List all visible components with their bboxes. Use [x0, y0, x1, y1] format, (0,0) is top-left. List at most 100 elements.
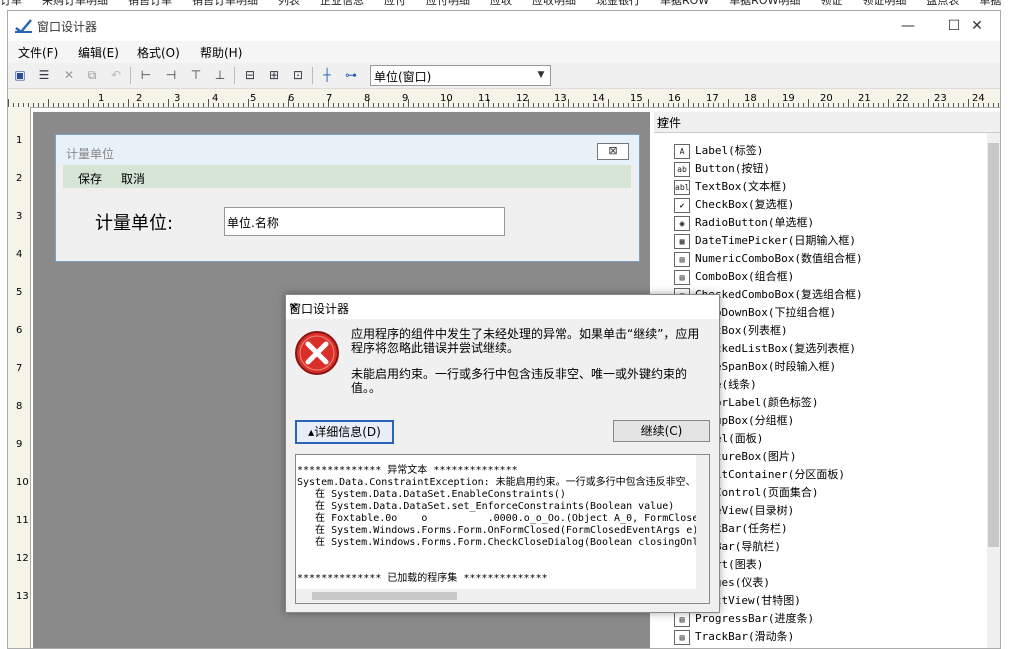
ruler-tick — [188, 103, 189, 107]
form-save-button[interactable]: 保存 — [78, 170, 102, 187]
ruler-tick — [438, 103, 439, 107]
ruler-tick — [383, 103, 384, 107]
ruler-tick — [838, 103, 839, 107]
chevron-down-icon[interactable]: ▼ — [534, 66, 548, 85]
ruler-tick — [548, 103, 549, 107]
controls-scrollbar[interactable] — [987, 133, 1000, 648]
same-height-icon[interactable]: ⊞ — [265, 66, 283, 84]
control-item[interactable]: ablTextBox(文本框) — [674, 178, 788, 196]
properties-icon[interactable]: ☰ — [35, 66, 53, 84]
ruler-tick — [38, 103, 39, 107]
ruler-tick — [278, 103, 279, 107]
error-dialog: 窗口设计器 ✕ 应用程序的组件中发生了未经处理的异常。如果单击“继续”，应用程序… — [285, 294, 720, 613]
ruler-tick — [803, 103, 804, 107]
ruler-tick — [43, 103, 44, 107]
ruler-tick — [738, 103, 739, 107]
background-tab: 销售订单明细 — [192, 0, 258, 10]
ruler-tick — [153, 103, 154, 107]
unit-name-textbox[interactable]: 单位.名称 — [224, 207, 505, 236]
ruler-tick — [688, 99, 689, 107]
ruler-tick — [133, 103, 134, 107]
delete-icon[interactable]: ✕ — [60, 66, 78, 84]
ruler-tick — [433, 103, 434, 107]
ruler-tick — [63, 103, 64, 107]
align-right-icon[interactable]: ⊣ — [162, 66, 180, 84]
ruler-tick — [968, 99, 969, 107]
ruler-number: 4 — [212, 93, 218, 104]
background-tab: 应收明细 — [532, 0, 576, 10]
form-button-bar: 保存 取消 — [63, 165, 631, 188]
ruler-tick — [573, 103, 574, 107]
ruler-tick — [243, 103, 244, 107]
center-vertical-icon[interactable]: ┼ — [318, 66, 336, 84]
ruler-number: 11 — [16, 515, 29, 526]
control-item[interactable]: ▤NumericComboBox(数值组合框) — [674, 250, 863, 268]
minimize-button[interactable]: — — [885, 11, 931, 41]
details-vertical-scrollbar[interactable] — [696, 455, 709, 589]
background-tab: 单据ROW明细 — [729, 0, 800, 10]
ruler-number: 10 — [440, 93, 453, 104]
save-icon[interactable]: ▣ — [11, 66, 29, 84]
pin-icon[interactable]: ㅁ — [657, 114, 996, 131]
ruler-tick — [8, 99, 9, 107]
ruler-tick — [508, 103, 509, 107]
unit-label[interactable]: 计量单位: — [95, 209, 173, 235]
control-item[interactable]: ALabel(标签) — [674, 142, 763, 160]
ruler-number: 4 — [16, 249, 22, 260]
control-item[interactable]: abButton(按钮) — [674, 160, 770, 178]
menu-format[interactable]: 格式(O) — [137, 44, 180, 61]
ruler-tick — [683, 103, 684, 107]
same-size-icon[interactable]: ⊡ — [289, 66, 307, 84]
control-item[interactable]: ✔CheckBox(复选框) — [674, 196, 794, 214]
ruler-tick — [588, 103, 589, 107]
ruler-tick — [703, 103, 704, 107]
ruler-number: 7 — [16, 363, 22, 374]
details-horizontal-scrollbar[interactable] — [296, 589, 709, 603]
ruler-tick — [798, 103, 799, 107]
form-cancel-button[interactable]: 取消 — [121, 170, 145, 187]
details-button[interactable]: ▴详细信息(D) — [295, 420, 394, 444]
control-item[interactable]: ▤TrackBar(滑动条) — [674, 628, 794, 646]
ruler-tick — [338, 103, 339, 107]
ruler-number: 23 — [934, 93, 947, 104]
control-selector-combo[interactable]: 单位(窗口) ▼ — [370, 65, 551, 86]
control-item[interactable]: ▦DateTimePicker(日期输入框) — [674, 232, 856, 250]
ruler-tick — [538, 103, 539, 107]
designed-form[interactable]: 计量单位 ⊠ 保存 取消 计量单位: 单位.名称 — [55, 134, 640, 262]
error-message-main: 应用程序的组件中发生了未经处理的异常。如果单击“继续”，应用程序将忽略此错误并尝… — [351, 327, 701, 355]
copy-icon[interactable]: ⧉ — [83, 66, 101, 84]
ruler-tick — [498, 103, 499, 107]
menu-help[interactable]: 帮助(H) — [200, 44, 242, 61]
menu-file[interactable]: 文件(F) — [18, 44, 58, 61]
undo-icon[interactable]: ↶ — [107, 66, 125, 84]
background-tab: 订单 — [0, 0, 22, 10]
background-tab: 单据 — [979, 0, 1001, 10]
details-textbox[interactable]: ************** 异常文本 ************** Syste… — [295, 454, 710, 604]
align-bottom-icon[interactable]: ⊥ — [211, 66, 229, 84]
scrollbar-thumb[interactable] — [988, 143, 999, 547]
control-item[interactable]: ▤ComboBox(组合框) — [674, 268, 794, 286]
ruler-number: 6 — [288, 93, 294, 104]
ruler-tick — [203, 103, 204, 107]
scrollbar-thumb[interactable] — [312, 592, 457, 600]
control-item-label: TrackBar(滑动条) — [695, 630, 794, 643]
ruler-tick — [283, 103, 284, 107]
ruler-tick — [83, 103, 84, 107]
ruler-tick — [988, 103, 989, 107]
control-item-label: ComboBox(组合框) — [695, 270, 794, 283]
control-item[interactable]: ◉RadioButton(单选框) — [674, 214, 814, 232]
ruler-number: 13 — [16, 591, 29, 602]
menu-edit[interactable]: 编辑(E) — [78, 44, 119, 61]
continue-button[interactable]: 继续(C) — [613, 420, 710, 442]
ruler-tick — [993, 103, 994, 107]
align-left-icon[interactable]: ⊢ — [137, 66, 155, 84]
dialog-close-icon[interactable]: ✕ — [289, 300, 713, 314]
form-close-icon[interactable]: ⊠ — [597, 143, 629, 160]
ruler-number: 13 — [554, 93, 567, 104]
ruler-tick — [303, 103, 304, 107]
center-horizontal-icon[interactable]: ⊶ — [342, 66, 360, 84]
align-top-icon[interactable]: ⊤ — [187, 66, 205, 84]
same-width-icon[interactable]: ⊟ — [241, 66, 259, 84]
close-button[interactable]: ✕ — [954, 11, 1000, 41]
ruler-tick — [33, 103, 34, 107]
